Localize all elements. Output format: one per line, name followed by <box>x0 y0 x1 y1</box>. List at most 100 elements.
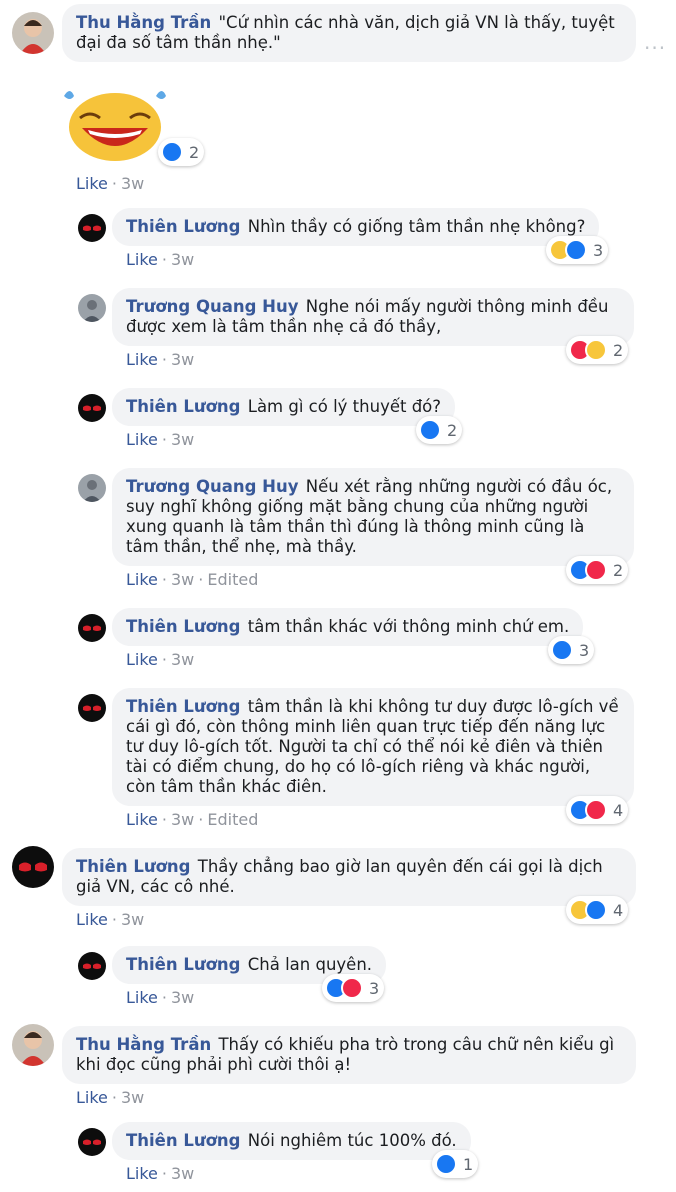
edited-label[interactable]: Edited <box>207 810 258 829</box>
like-link[interactable]: Like <box>76 174 108 193</box>
comment-meta: Like · 3w <box>126 650 195 669</box>
comment-bubble: Thiên Lương tâm thần là khi không tư duy… <box>112 688 634 806</box>
reactions-summary[interactable]: 2 <box>416 416 463 444</box>
timestamp[interactable]: 3w <box>171 570 194 589</box>
like-reaction-icon <box>565 239 587 261</box>
comment-bubble: Thiên Lương tâm thần khác với thông minh… <box>112 608 584 646</box>
avatar[interactable] <box>12 12 54 54</box>
author-name[interactable]: Thiên Lương <box>126 397 241 416</box>
reaction-count: 2 <box>613 560 624 580</box>
reaction-count: 3 <box>593 240 604 260</box>
comment-meta: Like · 3w <box>76 174 145 193</box>
author-name[interactable]: Trương Quang Huy <box>126 477 299 496</box>
comment-bubble: Thiên Lương Làm gì có lý thuyết đó? <box>112 388 456 426</box>
comment-text: tâm thần khác với thông minh chứ em. <box>247 617 570 636</box>
author-name[interactable]: Thiên Lương <box>126 697 241 716</box>
like-reaction-icon <box>585 899 607 921</box>
avatar[interactable] <box>78 694 106 722</box>
like-reaction-icon <box>435 1153 457 1175</box>
author-name[interactable]: Thu Hằng Trần <box>76 1035 211 1054</box>
like-link[interactable]: Like <box>126 810 158 829</box>
like-reaction-icon <box>551 639 573 661</box>
haha-reaction-icon <box>585 339 607 361</box>
comment-meta: Like · 3w <box>126 1164 195 1183</box>
reactions-summary[interactable]: 1 <box>432 1150 479 1178</box>
edited-label[interactable]: Edited <box>207 570 258 589</box>
love-reaction-icon <box>585 559 607 581</box>
comment-text: Làm gì có lý thuyết đó? <box>247 397 442 416</box>
love-reaction-icon <box>341 977 363 999</box>
comment-bubble: Thiên Lương Nói nghiêm túc 100% đó. <box>112 1122 471 1160</box>
avatar[interactable] <box>78 1128 106 1156</box>
reaction-count: 4 <box>613 900 624 920</box>
author-name[interactable]: Thiên Lương <box>76 857 191 876</box>
timestamp[interactable]: 3w <box>171 250 194 269</box>
author-name[interactable]: Trương Quang Huy <box>126 297 299 316</box>
reaction-count: 3 <box>579 640 590 660</box>
comment-bubble: Trương Quang Huy Nghe nói mấy người thôn… <box>112 288 634 346</box>
timestamp[interactable]: 3w <box>171 350 194 369</box>
love-reaction-icon <box>585 799 607 821</box>
reaction-count: 3 <box>369 978 380 998</box>
avatar[interactable] <box>78 294 106 322</box>
like-link[interactable]: Like <box>76 910 108 929</box>
reactions-summary[interactable]: 2 <box>566 336 629 364</box>
timestamp[interactable]: 3w <box>121 1088 144 1107</box>
author-name[interactable]: Thiên Lương <box>126 217 241 236</box>
reactions-summary[interactable]: 4 <box>566 896 629 924</box>
comment-text: Nhìn thầy có giống tâm thần nhẹ không? <box>247 217 586 236</box>
like-link[interactable]: Like <box>126 430 158 449</box>
reaction-count: 4 <box>613 800 624 820</box>
timestamp[interactable]: 3w <box>171 650 194 669</box>
comment-text: Chả lan quyên. <box>247 955 373 974</box>
like-link[interactable]: Like <box>126 988 158 1007</box>
avatar[interactable] <box>78 614 106 642</box>
comment-meta: Like · 3w <box>126 430 195 449</box>
comment-text: Nói nghiêm túc 100% đó. <box>247 1131 457 1150</box>
reaction-count: 2 <box>613 340 624 360</box>
like-link[interactable]: Like <box>126 350 158 369</box>
avatar[interactable] <box>78 474 106 502</box>
reactions-summary[interactable]: 4 <box>566 796 629 824</box>
avatar[interactable] <box>78 214 106 242</box>
like-link[interactable]: Like <box>76 1088 108 1107</box>
comment-bubble: Trương Quang Huy Nếu xét rằng những ngườ… <box>112 468 634 566</box>
timestamp[interactable]: 3w <box>171 988 194 1007</box>
like-reaction-icon <box>161 141 183 163</box>
timestamp[interactable]: 3w <box>171 810 194 829</box>
comment-bubble: Thu Hằng Trần "Cứ nhìn các nhà văn, dịch… <box>62 4 636 62</box>
comment-meta: Like · 3w <box>76 1088 145 1107</box>
comment-meta: Like · 3w · Edited <box>126 570 259 589</box>
timestamp[interactable]: 3w <box>121 910 144 929</box>
author-name[interactable]: Thiên Lương <box>126 617 241 636</box>
reactions-summary[interactable]: 3 <box>548 636 595 664</box>
like-link[interactable]: Like <box>126 250 158 269</box>
comment-bubble: Thiên Lương Nhìn thầy có giống tâm thần … <box>112 208 600 246</box>
like-link[interactable]: Like <box>126 570 158 589</box>
avatar[interactable] <box>12 1024 54 1066</box>
comment-meta: Like · 3w <box>126 250 195 269</box>
author-name[interactable]: Thiên Lương <box>126 1131 241 1150</box>
timestamp[interactable]: 3w <box>171 1164 194 1183</box>
reaction-count: 2 <box>189 142 200 162</box>
avatar[interactable] <box>78 952 106 980</box>
timestamp[interactable]: 3w <box>121 174 144 193</box>
timestamp[interactable]: 3w <box>171 430 194 449</box>
avatar[interactable] <box>12 846 54 888</box>
comment-bubble: Thiên Lương Thầy chẳng bao giờ lan quyên… <box>62 848 636 906</box>
author-name[interactable]: Thiên Lương <box>126 955 241 974</box>
like-link[interactable]: Like <box>126 1164 158 1183</box>
comment-meta: Like · 3w <box>126 350 195 369</box>
more-options-icon[interactable]: ... <box>644 30 666 54</box>
reactions-summary[interactable]: 2 <box>158 138 205 166</box>
reactions-summary[interactable]: 2 <box>566 556 629 584</box>
comment-meta: Like · 3w <box>126 988 195 1007</box>
reaction-count: 1 <box>463 1154 474 1174</box>
reactions-summary[interactable]: 3 <box>546 236 609 264</box>
comment-bubble: Thu Hằng Trần Thấy có khiếu pha trò tron… <box>62 1026 636 1084</box>
laughing-emoji-sticker <box>60 82 170 162</box>
avatar[interactable] <box>78 394 106 422</box>
reactions-summary[interactable]: 3 <box>322 974 385 1002</box>
author-name[interactable]: Thu Hằng Trần <box>76 13 211 32</box>
like-link[interactable]: Like <box>126 650 158 669</box>
